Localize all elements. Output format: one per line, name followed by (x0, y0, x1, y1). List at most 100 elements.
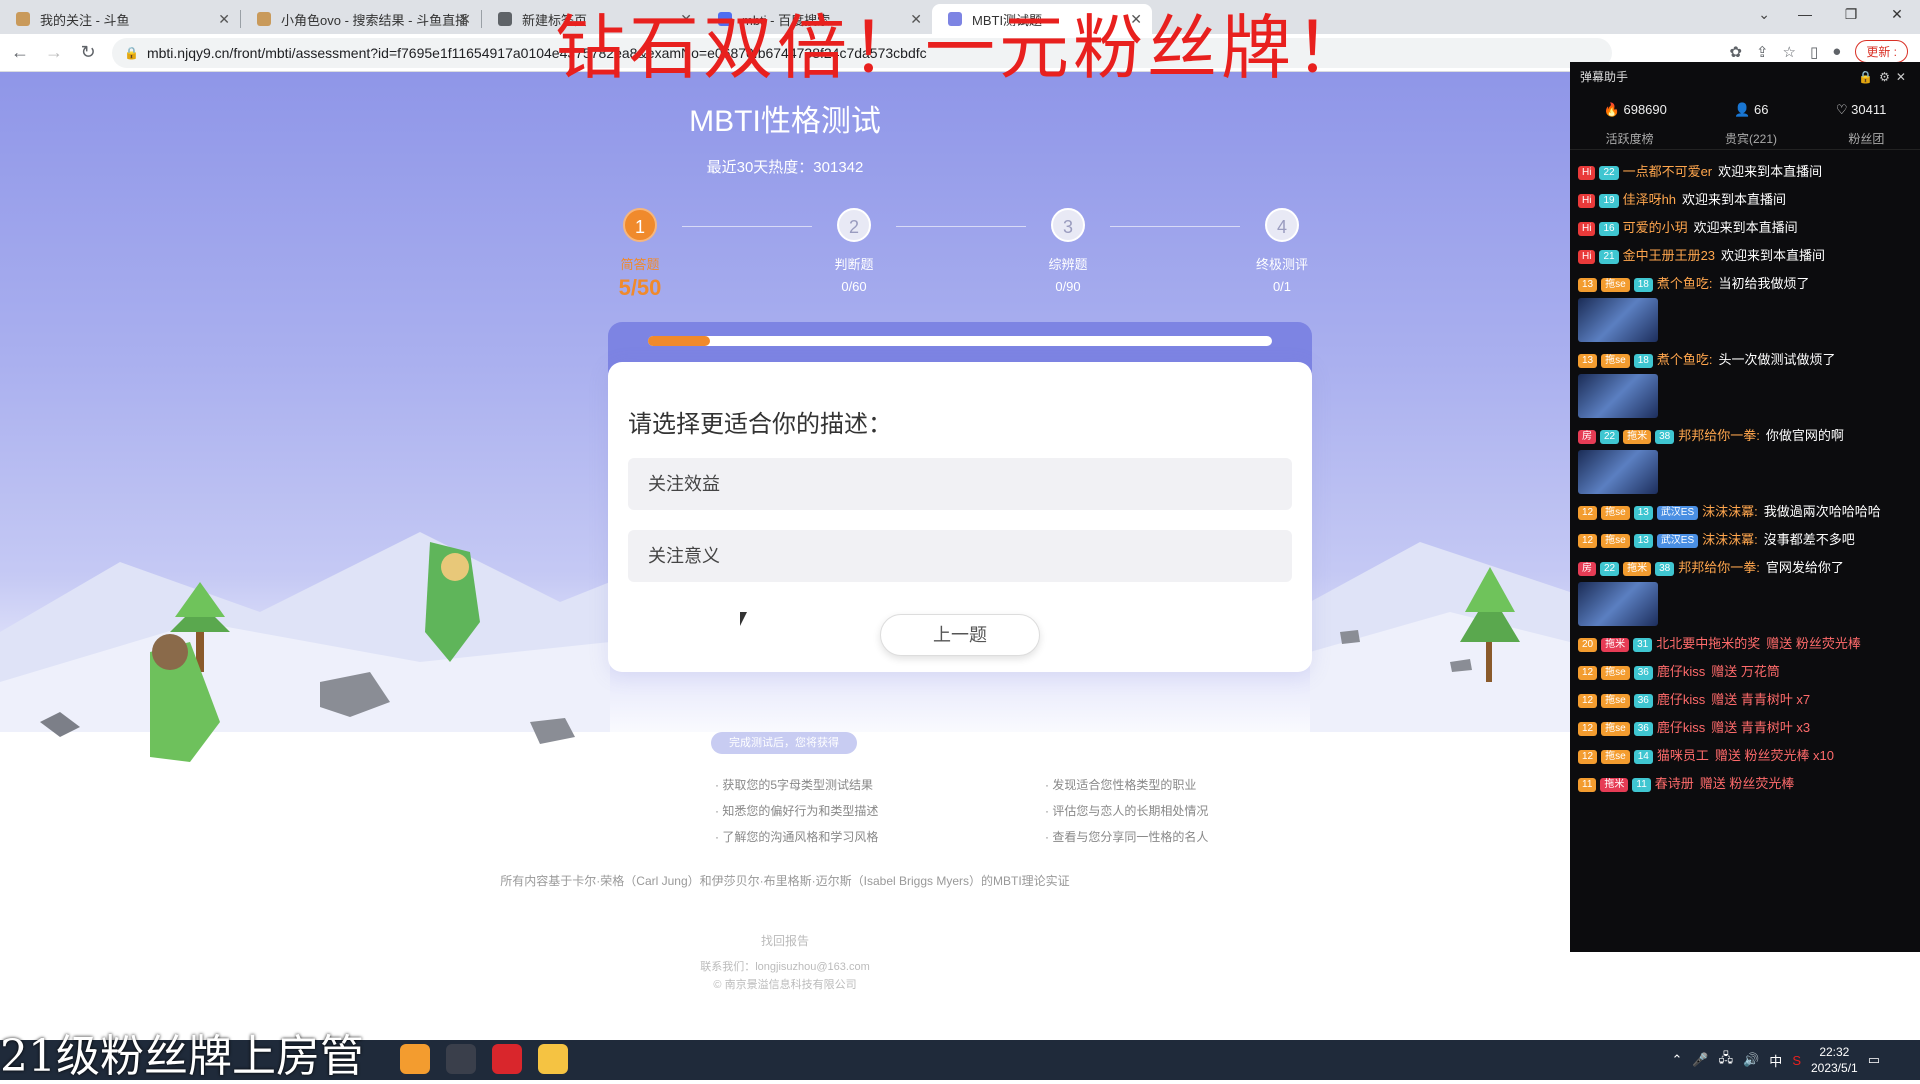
close-tab-icon[interactable]: ✕ (218, 11, 230, 28)
reload-icon[interactable]: ↻ (74, 42, 102, 63)
close-tab-icon[interactable]: ✕ (910, 11, 922, 28)
level-badge: Hi (1578, 193, 1596, 208)
theory-note: 所有内容基于卡尔·荣格（Carl Jung）和伊莎贝尔·布里格斯·迈尔斯（Isa… (500, 874, 1070, 888)
danmaku-username[interactable]: 邦邦给你一拳: (1678, 428, 1760, 443)
browser-tab[interactable]: mbti - 百度搜索 ✕ (702, 4, 932, 34)
forward-icon[interactable]: → (40, 42, 68, 63)
clock[interactable]: 22:32 2023/5/1 (1811, 1044, 1858, 1076)
stream-overlay-bottom-text: 21级粉丝牌上房管 (0, 1031, 364, 1082)
danmaku-message: 13 拖se 18 煮个鱼吃: 当初给我做烦了 (1578, 274, 1912, 342)
share-icon[interactable]: ⇪ (1756, 43, 1769, 61)
danmaku-username[interactable]: 猫咪员工 (1657, 748, 1709, 763)
browser-tab[interactable]: 我的关注 - 斗鱼 ✕ (0, 4, 240, 34)
close-tab-icon[interactable]: ✕ (680, 11, 692, 28)
find-report-link[interactable]: 找回报告 (0, 932, 1570, 949)
previous-question-button[interactable]: 上一题 (880, 614, 1040, 656)
tab-title: mbti - 百度搜索 (742, 12, 831, 28)
step-name: 简答题 (620, 257, 660, 272)
close-tab-icon[interactable]: ✕ (459, 11, 471, 28)
gift-text: 赠送 粉丝荧光棒 (1766, 636, 1861, 651)
danmaku-message: Hi 16 可爱的小玥 欢迎来到本直播间 (1578, 218, 1912, 238)
danmaku-username[interactable]: 可爱的小玥 (1623, 220, 1688, 235)
danmaku-username[interactable]: 春诗册 (1655, 776, 1694, 791)
app-icon[interactable] (446, 1044, 476, 1074)
progress-bar-fill (648, 336, 711, 346)
danmaku-text: 欢迎来到本直播间 (1693, 220, 1798, 235)
likes-value: 30411 (1851, 102, 1887, 117)
danmaku-username[interactable]: 邦邦给你一拳: (1678, 560, 1760, 575)
taskbar-apps (400, 1044, 568, 1074)
danmaku-username[interactable]: 沫沫沫冪: (1702, 532, 1758, 547)
app-icon[interactable] (538, 1044, 568, 1074)
danmaku-message: 12 拖se 13 武汉ES 沫沫沫冪: 沒事都差不多吧 (1578, 530, 1912, 550)
network-icon[interactable]: 🖧 (1719, 1049, 1734, 1071)
danmaku-username[interactable]: 鹿仔kiss (1657, 720, 1705, 735)
step-progress: 0/1 (1272, 279, 1292, 294)
danmaku-text: 头一次做测试做烦了 (1718, 352, 1836, 367)
danmaku-username[interactable]: 金中王册王册23 (1623, 248, 1715, 263)
answer-option-a[interactable]: 关注效益 (628, 458, 1292, 510)
level-badge: 22 (1600, 429, 1620, 444)
ime-indicator[interactable]: 中 (1769, 1051, 1782, 1070)
benefit-item: 查看与您分享同一性格的名人 (1045, 824, 1208, 850)
sidebar-icon[interactable]: ▯ (1810, 43, 1818, 61)
browser-tab[interactable]: 小角色ovo - 搜索结果 - 斗鱼直播 ✕ (241, 4, 481, 34)
url-field[interactable]: 🔒 mbti.njqy9.cn/front/mbti/assessment?id… (112, 37, 1612, 68)
danmaku-username[interactable]: 煮个鱼吃: (1657, 276, 1713, 291)
level-badge: 13 (1633, 505, 1653, 520)
level-badge: 拖se (1601, 353, 1630, 368)
app-icon[interactable] (400, 1044, 430, 1074)
close-window-icon[interactable]: ✕ (1874, 0, 1920, 30)
copyright: © 南京景溢信息科技有限公司 (713, 979, 857, 991)
minimize-icon[interactable]: — (1782, 0, 1828, 30)
update-button[interactable]: 更新 : (1855, 40, 1908, 63)
maximize-icon[interactable]: ❐ (1828, 0, 1874, 30)
users-stat: 👤 66 (1734, 102, 1769, 117)
lock-icon[interactable]: 🔒 (124, 46, 139, 60)
danmaku-text: 欢迎来到本直播间 (1682, 192, 1787, 207)
level-badge: 20 (1578, 637, 1598, 652)
panel-settings-icon[interactable]: 🔒⚙✕ (1858, 62, 1912, 92)
danmaku-username[interactable]: 佳泽呀hh (1623, 192, 1676, 207)
mic-icon[interactable]: 🎤 (1692, 1052, 1708, 1068)
danmaku-username[interactable]: 煮个鱼吃: (1657, 352, 1713, 367)
level-badge: 31 (1633, 637, 1653, 652)
tab-fans[interactable]: 粉丝团 (1848, 130, 1884, 147)
tab-activity[interactable]: 活跃度榜 (1606, 130, 1654, 147)
danmaku-text: 官网发给你了 (1765, 560, 1844, 575)
bookmark-star-icon[interactable]: ☆ (1783, 43, 1796, 61)
danmaku-text: 我做過兩次哈哈哈哈 (1763, 504, 1881, 519)
volume-icon[interactable]: 🔊 (1743, 1052, 1759, 1068)
danmaku-username[interactable]: 一点都不可爱er (1623, 164, 1713, 179)
danmaku-username[interactable]: 鹿仔kiss (1657, 664, 1705, 679)
step-progress: 0/90 (1055, 279, 1081, 294)
level-badge: 拖se (1601, 533, 1630, 548)
danmaku-message-list: Hi 22 一点都不可爱er 欢迎来到本直播间 Hi 19 佳泽呀hh 欢迎来到本直播间 Hi 1… (1570, 150, 1920, 806)
answer-option-b[interactable]: 关注意义 (628, 530, 1292, 582)
browser-tab-active[interactable]: MBTI测试题 ✕ (932, 4, 1152, 34)
danmaku-username[interactable]: 鹿仔kiss (1657, 692, 1705, 707)
notification-icon[interactable]: ▭ (1868, 1052, 1880, 1068)
tab-vip[interactable]: 贵宾(221) (1725, 130, 1777, 147)
level-badge: 拖se (1601, 665, 1630, 680)
level-badge: 12 (1578, 693, 1598, 708)
danmaku-username[interactable]: 沫沫沫冪: (1702, 504, 1758, 519)
level-badge: 12 (1578, 533, 1598, 548)
sogou-icon[interactable]: S (1792, 1053, 1801, 1068)
question-text: 请选择更适合你的描述： (628, 411, 892, 438)
level-badge: 12 (1578, 505, 1598, 520)
profile-icon[interactable]: ● (1832, 43, 1841, 60)
level-badge: 22 (1600, 561, 1620, 576)
benefit-item: 评估您与恋人的长期相处情况 (1045, 798, 1208, 824)
tab-search-icon[interactable]: ⌄ (1758, 6, 1770, 23)
back-icon[interactable]: ← (6, 42, 34, 63)
close-tab-icon[interactable]: ✕ (1130, 11, 1142, 28)
tray-expand-icon[interactable]: ⌃ (1672, 1052, 1683, 1068)
browser-tab[interactable]: 新建标签页 ✕ (482, 4, 702, 34)
douyu-favicon-icon (257, 12, 271, 26)
new-tab-favicon-icon (498, 12, 512, 26)
danmaku-username[interactable]: 北北要中拖米的奖 (1656, 636, 1760, 651)
app-icon[interactable] (492, 1044, 522, 1074)
extension-icon[interactable]: ✿ (1729, 43, 1742, 61)
danmaku-message: 12 拖se 14 猫咪员工 赠送 粉丝荧光棒 x10 (1578, 746, 1912, 766)
